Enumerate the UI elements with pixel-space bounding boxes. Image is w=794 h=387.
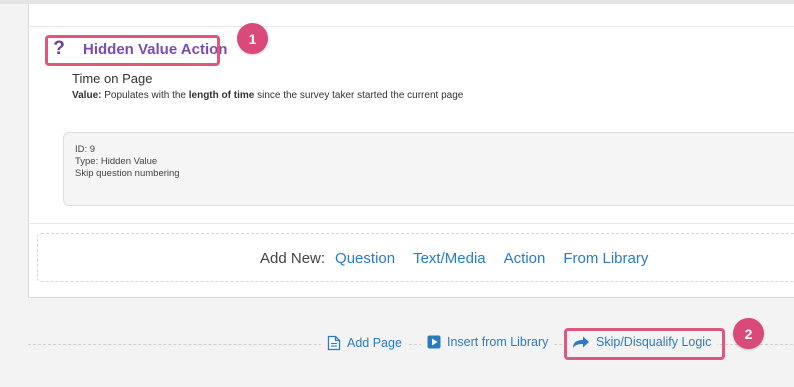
document-icon [327, 335, 341, 351]
callout-badge-2: 2 [733, 318, 764, 349]
add-page-label: Add Page [347, 336, 402, 350]
skip-numbering-note: Skip question numbering [75, 168, 180, 179]
highlight-box-skip-logic [564, 328, 725, 360]
add-action-link[interactable]: Action [504, 250, 546, 267]
play-square-icon [427, 335, 441, 349]
add-page-button[interactable]: Add Page [321, 335, 408, 351]
value-text-2: since the survey taker started the curre… [257, 90, 464, 101]
value-prefix: Value: [72, 90, 102, 101]
add-question-link[interactable]: Question [335, 250, 395, 267]
value-bold: length of time [188, 90, 255, 101]
callout-badge-1: 1 [237, 23, 268, 54]
insert-from-library-button[interactable]: Insert from Library [421, 335, 555, 349]
question-type: Type: Hidden Value [75, 156, 158, 167]
add-new-row: Add New: Question Text/Media Action From… [260, 250, 666, 267]
question-subtitle: Time on Page [72, 71, 153, 86]
add-new-label: Add New: [260, 250, 326, 267]
question-id: ID: 9 [75, 144, 96, 155]
highlight-box-title [45, 35, 220, 66]
section-divider [28, 223, 794, 224]
card-top-divider [28, 26, 794, 27]
value-description: Value: Populates with the length of time… [72, 90, 463, 101]
add-from-library-link[interactable]: From Library [563, 250, 648, 267]
add-text-media-link[interactable]: Text/Media [413, 250, 486, 267]
value-text-1: Populates with the [104, 90, 186, 101]
insert-from-library-label: Insert from Library [447, 335, 549, 349]
question-details-box: ID: 9 Type: Hidden Value Skip question n… [63, 132, 794, 206]
